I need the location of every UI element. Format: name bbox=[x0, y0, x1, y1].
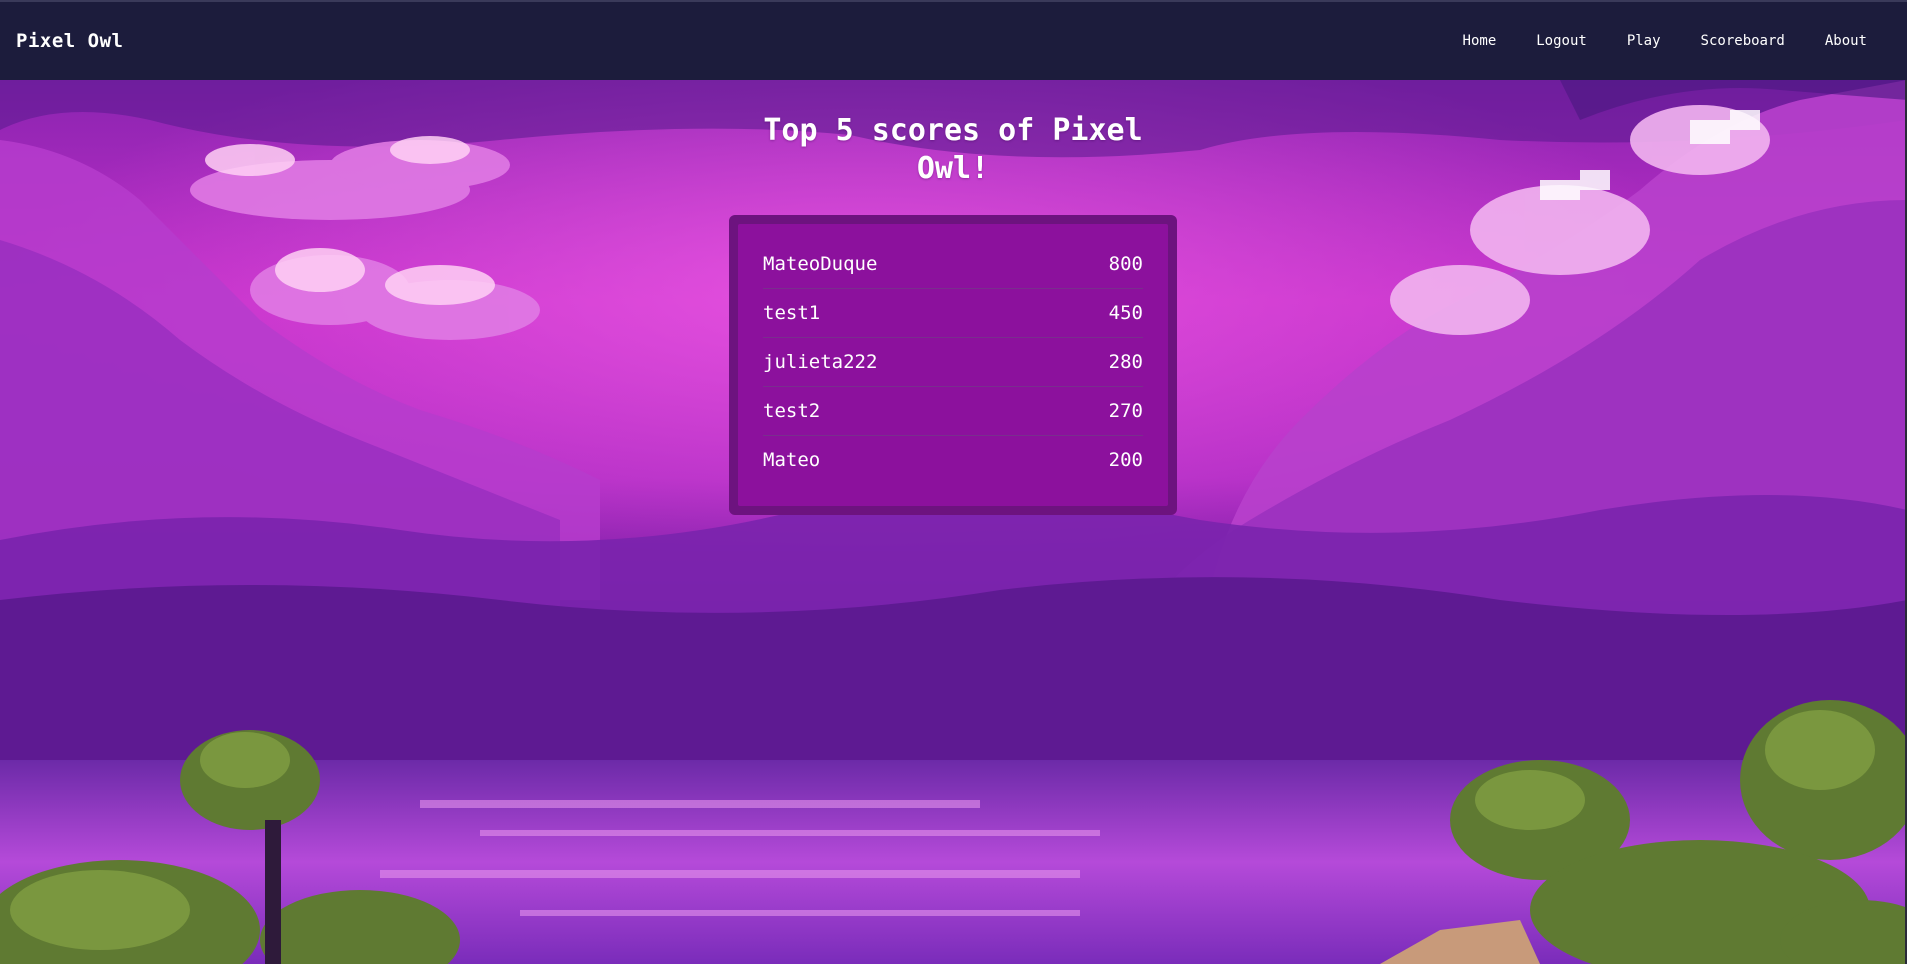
player-name: test2 bbox=[763, 400, 821, 422]
score-row: julieta222 280 bbox=[763, 338, 1143, 387]
score-row: MateoDuque 800 bbox=[763, 240, 1143, 289]
top-navbar: Pixel Owl Home Logout Play Scoreboard Ab… bbox=[0, 0, 1907, 80]
player-name: Mateo bbox=[763, 449, 821, 471]
player-score: 270 bbox=[1108, 400, 1143, 422]
nav-logout-link[interactable]: Logout bbox=[1516, 25, 1607, 57]
scoreboard-list: MateoDuque 800 test1 450 julieta222 280 … bbox=[738, 224, 1168, 506]
nav-about-link[interactable]: About bbox=[1805, 25, 1887, 57]
player-score: 200 bbox=[1108, 449, 1143, 471]
player-score: 800 bbox=[1108, 253, 1143, 275]
player-score: 450 bbox=[1108, 302, 1143, 324]
nav-links: Home Logout Play Scoreboard About bbox=[1443, 25, 1887, 57]
nav-home-link[interactable]: Home bbox=[1443, 25, 1517, 57]
player-score: 280 bbox=[1108, 351, 1143, 373]
player-name: test1 bbox=[763, 302, 821, 324]
score-row: Mateo 200 bbox=[763, 436, 1143, 484]
brand-logo[interactable]: Pixel Owl bbox=[16, 30, 123, 52]
player-name: julieta222 bbox=[763, 351, 878, 373]
nav-play-link[interactable]: Play bbox=[1607, 25, 1681, 57]
player-name: MateoDuque bbox=[763, 253, 878, 275]
scoreboard-card: MateoDuque 800 test1 450 julieta222 280 … bbox=[729, 215, 1177, 515]
main-content: Top 5 scores of Pixel Owl! MateoDuque 80… bbox=[0, 80, 1907, 964]
page-title: Top 5 scores of Pixel Owl! bbox=[763, 113, 1143, 186]
score-row: test2 270 bbox=[763, 387, 1143, 436]
nav-scoreboard-link[interactable]: Scoreboard bbox=[1681, 25, 1805, 57]
score-row: test1 450 bbox=[763, 289, 1143, 338]
